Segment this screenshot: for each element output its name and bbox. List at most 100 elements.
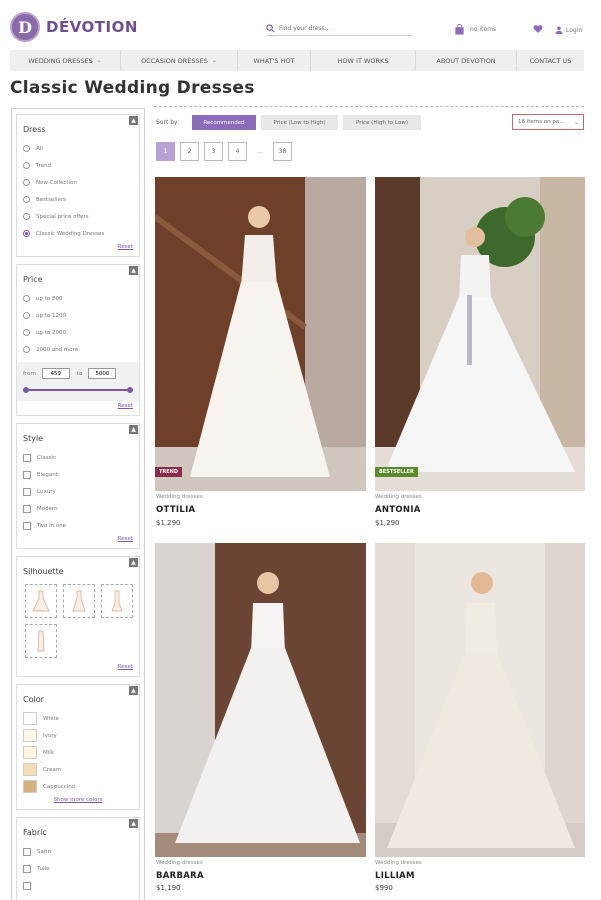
nav-occasion-dresses[interactable]: OCCASION DRESSES ⌄ [121,50,238,71]
radio-button-selected[interactable] [23,230,30,237]
checkbox[interactable] [23,864,31,873]
silhouette-grid [23,582,133,662]
product-name[interactable]: BARBARA [156,871,204,881]
reset-link[interactable]: Reset [23,403,133,409]
price-option[interactable]: up to 800 [23,290,133,307]
silhouette-sheath[interactable] [25,624,57,658]
page-1-button[interactable]: 1 [156,142,175,161]
product-image-antonia[interactable]: BESTSELLER [375,177,585,491]
style-option[interactable]: Modern [23,500,133,517]
login-link[interactable]: Login [555,26,582,34]
collapse-icon[interactable]: ▲ [129,686,138,695]
page-2-button[interactable]: 2 [180,142,199,161]
product-image-barbara[interactable] [155,543,366,857]
radio-button[interactable] [23,145,30,152]
style-option[interactable]: Classic [23,449,133,466]
dress-option-trend[interactable]: Trend [23,157,133,174]
product-image-ottilia[interactable]: TREND [155,177,366,491]
checkbox[interactable] [23,453,31,462]
nav-label: OCCASION DRESSES [141,56,208,65]
sort-price-low-high-button[interactable]: Price (Low to High) [261,115,338,130]
search-input[interactable] [279,25,409,32]
collapse-icon[interactable]: ▲ [129,425,138,434]
nav-wedding-dresses[interactable]: WEDDING DRESSES ⌄ [10,50,121,71]
page-last-button[interactable]: 38 [273,142,292,161]
color-option-milk[interactable]: Milk [23,744,133,761]
fabric-option[interactable]: Satin [23,843,133,860]
radio-button[interactable] [23,346,30,353]
trend-badge: TREND [155,467,183,477]
dress-option-classic[interactable]: Classic Wedding Dresses [23,225,133,242]
color-swatch[interactable] [23,763,37,776]
sort-price-high-low-button[interactable]: Price (High to Low) [343,115,421,130]
show-more-colors-link[interactable]: Show more colors [23,797,133,803]
product-price: $1,290 [156,519,181,527]
radio-button[interactable] [23,312,30,319]
checkbox[interactable] [23,487,31,496]
dress-option-special-offers[interactable]: Special price offers [23,208,133,225]
reset-link[interactable]: Reset [23,536,133,542]
style-option[interactable]: Elegant [23,466,133,483]
slider-handle-max[interactable] [127,387,133,393]
price-option[interactable]: up to 2000 [23,324,133,341]
product-name[interactable]: ANTONIA [375,505,421,515]
color-swatch[interactable] [23,780,37,793]
radio-button[interactable] [23,179,30,186]
fabric-option[interactable]: Tulle [23,860,133,877]
price-option[interactable]: 2000 and more [23,341,133,358]
radio-button[interactable] [23,213,30,220]
price-to-input[interactable] [88,368,117,379]
checkbox[interactable] [23,847,31,856]
checkbox[interactable] [23,881,31,890]
color-swatch[interactable] [23,729,37,742]
cart-button[interactable]: no items [454,24,496,35]
sort-recommended-button[interactable]: Recommended [192,115,256,130]
style-option[interactable]: Luxury [23,483,133,500]
color-swatch[interactable] [23,712,37,725]
price-option[interactable]: up to 1200 [23,307,133,324]
collapse-icon[interactable]: ▲ [129,116,138,125]
collapse-icon[interactable]: ▲ [129,819,138,828]
checkbox[interactable] [23,470,31,479]
reset-link[interactable]: Reset [23,664,133,670]
nav-how-it-works[interactable]: HOW IT WORKS [311,50,416,71]
silhouette-mermaid[interactable] [101,584,133,618]
product-name[interactable]: LILLIAM [375,871,415,881]
silhouette-ball-gown[interactable] [25,584,57,618]
dress-option-new-collection[interactable]: New Collection [23,174,133,191]
slider-handle-min[interactable] [23,387,29,393]
brand-logo[interactable]: D DÉVOTION [10,12,138,42]
color-swatch[interactable] [23,746,37,759]
heart-icon[interactable] [533,24,543,34]
collapse-icon[interactable]: ▲ [129,558,138,567]
checkbox[interactable] [23,504,31,513]
checkbox[interactable] [23,521,31,530]
nav-contact-us[interactable]: CONTACT US [517,50,584,71]
page-3-button[interactable]: 3 [204,142,223,161]
color-option-cappuccino[interactable]: Cappuccino [23,778,133,795]
price-from-input[interactable] [41,368,70,379]
radio-button[interactable] [23,162,30,169]
dress-option-all[interactable]: All [23,140,133,157]
dress-option-bestsellers[interactable]: Bestsellers [23,191,133,208]
product-image-lilliam[interactable] [375,543,585,857]
nav-whats-hot[interactable]: WHAT'S HOT [238,50,311,71]
fabric-option[interactable] [23,877,133,894]
per-page-value: 16 items on pa... [518,119,565,125]
product-name[interactable]: OTTILIA [156,505,195,515]
nav-about-devotion[interactable]: ABOUT DEVOTION [416,50,517,71]
items-per-page-select[interactable]: 16 items on pa... ⌄ [512,114,584,130]
search-icon[interactable] [266,24,275,33]
color-option-white[interactable]: White [23,710,133,727]
silhouette-a-line[interactable] [63,584,95,618]
color-option-ivory[interactable]: Ivory [23,727,133,744]
collapse-icon[interactable]: ▲ [129,266,138,275]
radio-button[interactable] [23,295,30,302]
style-option[interactable]: Two in one [23,517,133,534]
radio-button[interactable] [23,196,30,203]
color-option-cream[interactable]: Cream [23,761,133,778]
reset-link[interactable]: Reset [23,244,133,250]
price-slider[interactable] [23,387,133,393]
page-4-button[interactable]: 4 [228,142,247,161]
radio-button[interactable] [23,329,30,336]
